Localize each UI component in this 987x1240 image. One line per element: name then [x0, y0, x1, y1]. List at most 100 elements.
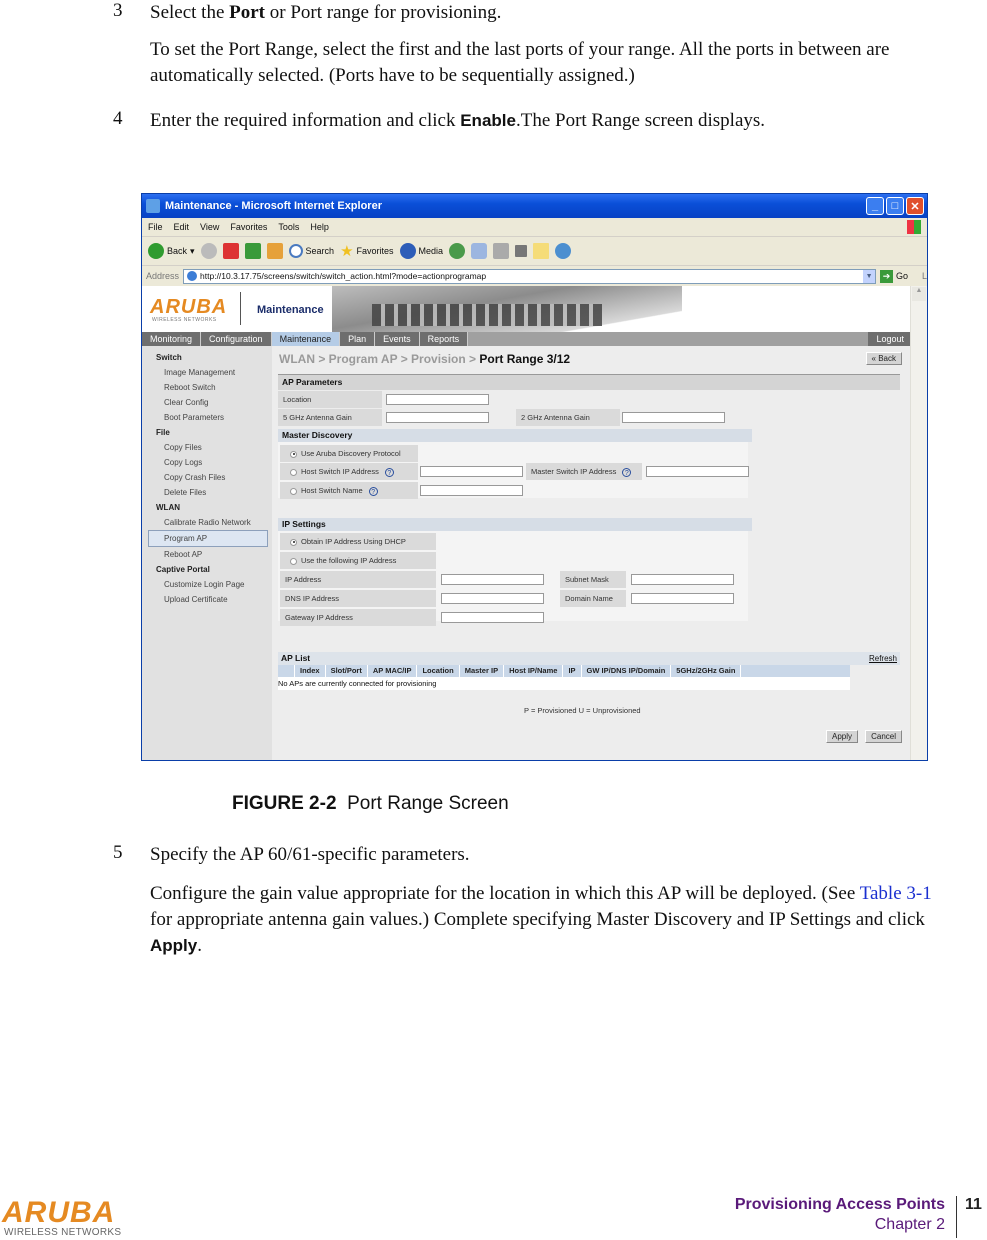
tab-plan[interactable]: Plan [340, 332, 376, 346]
back-nav-button[interactable]: Back ▾ [148, 243, 195, 259]
history-icon[interactable] [449, 243, 466, 259]
sidebar-item-reboot-switch[interactable]: Reboot Switch [142, 380, 272, 395]
go-button[interactable]: ➔ Go [880, 269, 908, 283]
search-label: Search [305, 246, 335, 256]
col-gw-dns-domain[interactable]: GW IP/DNS IP/Domain [582, 665, 672, 677]
ip-settings-heading: IP Settings [278, 518, 752, 531]
cancel-button[interactable]: Cancel [865, 730, 902, 743]
vertical-scrollbar[interactable]: ▲ [910, 286, 927, 760]
stop-icon[interactable] [222, 243, 239, 259]
sidebar-item-upload-certificate[interactable]: Upload Certificate [142, 592, 272, 607]
notes-icon[interactable] [533, 243, 550, 259]
col-host-ip-name[interactable]: Host IP/Name [504, 665, 564, 677]
adp-option[interactable]: Use Aruba Discovery Protocol [280, 445, 418, 462]
tab-maintenance[interactable]: Maintenance [271, 332, 341, 346]
radio-host-name[interactable] [290, 487, 297, 495]
gateway-ip-input[interactable] [441, 612, 544, 623]
col-ip[interactable]: IP [563, 665, 582, 677]
mail-icon[interactable] [471, 243, 488, 259]
edit-icon[interactable] [515, 245, 528, 257]
figure-title: Port Range Screen [347, 793, 509, 814]
location-input[interactable] [386, 394, 489, 405]
master-ip-input[interactable] [646, 466, 749, 477]
tab-monitoring[interactable]: Monitoring [142, 332, 202, 346]
tab-events[interactable]: Events [375, 332, 420, 346]
dns-ip-input[interactable] [441, 593, 544, 604]
sidebar-item-delete-files[interactable]: Delete Files [142, 485, 272, 500]
menu-view[interactable]: View [200, 222, 219, 232]
apply-button[interactable]: Apply [825, 730, 858, 743]
gain2-input[interactable] [622, 412, 725, 423]
menu-file[interactable]: File [148, 222, 163, 232]
radio-static[interactable] [290, 557, 297, 565]
minimize-button[interactable]: _ [866, 197, 884, 215]
menu-tools[interactable]: Tools [278, 222, 299, 232]
radio-dhcp[interactable] [290, 538, 297, 546]
domain-name-input[interactable] [631, 593, 734, 604]
refresh-icon[interactable] [244, 243, 261, 259]
static-ip-option[interactable]: Use the following IP Address [280, 552, 436, 569]
go-arrow-icon: ➔ [880, 269, 894, 283]
sidebar-item-calibrate-radio-network[interactable]: Calibrate Radio Network [142, 515, 272, 530]
media-button[interactable]: Media [399, 243, 443, 259]
ie-icon [146, 199, 160, 213]
step-number: 5 [113, 842, 123, 863]
chevron-down-icon[interactable]: ▼ [863, 269, 876, 283]
gain5-input[interactable] [386, 412, 489, 423]
col-slot-port[interactable]: Slot/Port [326, 665, 368, 677]
adp-label: Use Aruba Discovery Protocol [301, 449, 401, 458]
menu-favorites[interactable]: Favorites [230, 222, 267, 232]
col-master-ip[interactable]: Master IP [460, 665, 505, 677]
help-icon[interactable]: ? [622, 467, 632, 477]
sidebar-item-boot-parameters[interactable]: Boot Parameters [142, 410, 272, 425]
refresh-link[interactable]: Refresh [869, 652, 897, 665]
url-input[interactable]: http://10.3.17.75/screens/switch/switch_… [183, 268, 877, 284]
close-button[interactable]: ✕ [906, 197, 924, 215]
favorites-button[interactable]: ★ Favorites [340, 242, 393, 260]
sidebar-item-copy-files[interactable]: Copy Files [142, 440, 272, 455]
maximize-button[interactable]: □ [886, 197, 904, 215]
logout-button[interactable]: Logout [868, 332, 912, 346]
col-location[interactable]: Location [417, 665, 460, 677]
table-link[interactable]: Table 3-1 [860, 883, 932, 904]
tab-configuration[interactable]: Configuration [201, 332, 272, 346]
help-icon[interactable]: ? [384, 467, 394, 477]
breadcrumb-path[interactable]: WLAN > Program AP > Provision > [279, 352, 479, 366]
dns-ip-label: DNS IP Address [280, 590, 436, 607]
messenger-icon[interactable] [555, 243, 572, 259]
tab-reports[interactable]: Reports [419, 332, 469, 346]
links-button[interactable]: Links [922, 271, 927, 281]
col-index[interactable]: Index [295, 665, 326, 677]
master-ip-label: Master Switch IP Address? [526, 463, 642, 480]
radio-host-ip[interactable] [290, 468, 297, 476]
print-icon[interactable] [493, 243, 510, 259]
host-name-input[interactable] [420, 485, 523, 496]
sidebar-item-image-management[interactable]: Image Management [142, 365, 272, 380]
dhcp-option[interactable]: Obtain IP Address Using DHCP [280, 533, 436, 550]
ap-list-empty-row: No APs are currently connected for provi… [278, 677, 850, 690]
scroll-up-icon[interactable]: ▲ [912, 287, 926, 301]
sidebar-item-clear-config[interactable]: Clear Config [142, 395, 272, 410]
home-icon[interactable] [266, 243, 283, 259]
sidebar-item-customize-login-page[interactable]: Customize Login Page [142, 577, 272, 592]
ip-address-input[interactable] [441, 574, 544, 585]
col-gain[interactable]: 5GHz/2GHz Gain [671, 665, 742, 677]
host-name-option[interactable]: Host Switch Name? [280, 482, 418, 499]
step-5-detail: Configure the gain value appropriate for… [150, 881, 945, 959]
host-ip-option[interactable]: Host Switch IP Address? [280, 463, 418, 480]
back-button[interactable]: « Back [865, 352, 902, 365]
col-ap-mac-ip[interactable]: AP MAC/IP [368, 665, 418, 677]
sidebar-item-program-ap[interactable]: Program AP [148, 530, 268, 547]
host-ip-input[interactable] [420, 466, 523, 477]
menu-help[interactable]: Help [310, 222, 329, 232]
sidebar-item-copy-crash-files[interactable]: Copy Crash Files [142, 470, 272, 485]
forward-arrow-icon[interactable] [200, 243, 217, 259]
sidebar-item-copy-logs[interactable]: Copy Logs [142, 455, 272, 470]
search-button[interactable]: Search [288, 244, 335, 258]
radio-adp[interactable] [290, 450, 297, 458]
sidebar-item-reboot-ap[interactable]: Reboot AP [142, 547, 272, 562]
menu-edit[interactable]: Edit [174, 222, 190, 232]
subnet-mask-input[interactable] [631, 574, 734, 585]
help-icon[interactable]: ? [368, 486, 378, 496]
favorites-label: Favorites [356, 246, 394, 256]
